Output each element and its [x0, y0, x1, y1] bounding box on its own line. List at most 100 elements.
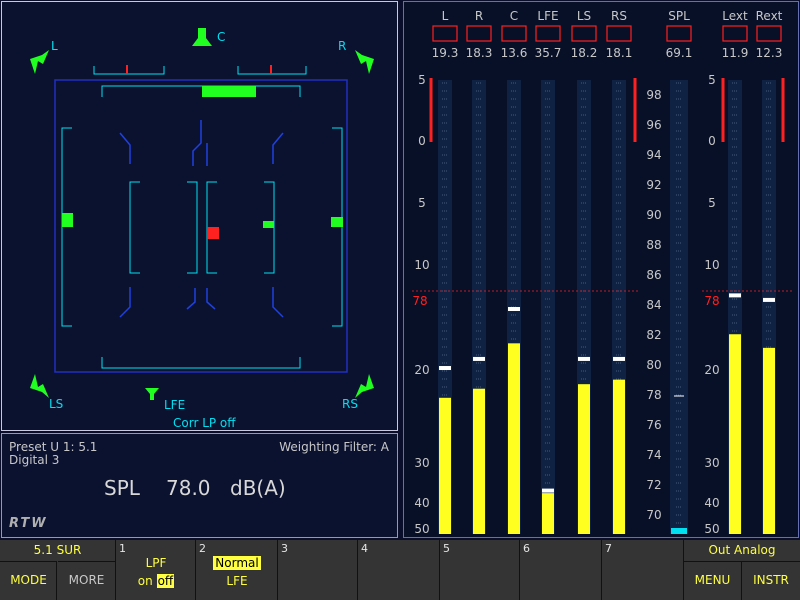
db-scale-label: 40 — [414, 496, 429, 510]
label-r: R — [338, 39, 347, 53]
label-rs: RS — [342, 397, 358, 411]
meter-ls-peak-hold — [578, 356, 590, 361]
spl-scale-label: 96 — [646, 118, 661, 132]
meter-lext-peak-hold — [729, 293, 741, 298]
spl-scale-label: 94 — [646, 148, 661, 162]
spl-scale-label: 70 — [646, 508, 661, 522]
softkey-4[interactable]: 4 — [358, 540, 440, 600]
softkey-1-number: 1 — [119, 542, 126, 555]
meter-l-name: L — [442, 9, 449, 23]
db-scale-label: 5 — [418, 73, 426, 87]
softkey-3[interactable]: 3 — [278, 540, 358, 600]
lpf-on-text: on — [137, 574, 153, 588]
speaker-c-icon — [192, 28, 212, 46]
menu-button[interactable]: MENU — [684, 561, 742, 600]
meter-rs-value: 18.1 — [606, 46, 633, 60]
meter-ls-name: LS — [577, 9, 591, 23]
meter-ls-over-indicator — [571, 25, 597, 42]
info-panel: Preset U 1: 5.1 Digital 3 Weighting Filt… — [1, 433, 398, 538]
more-button-label: MORE — [68, 573, 105, 587]
mode-section: 5.1 SUR MODE MORE — [0, 540, 116, 600]
db-scale-label: 0 — [418, 134, 426, 148]
meter-c-value: 13.6 — [501, 46, 528, 60]
softkey-3-number: 3 — [281, 542, 288, 555]
meter-lfe-peak-hold — [542, 488, 554, 493]
meter-lext-value: 11.9 — [722, 46, 749, 60]
spl-unit: dB(A) — [230, 476, 286, 500]
db-scale-label: 10 — [414, 258, 429, 272]
meter-r-level-bar — [473, 388, 485, 534]
mode-button-label: MODE — [10, 573, 47, 587]
softkey-1-lpf[interactable]: 1 LPF on off — [116, 540, 196, 600]
meter-c-peak-hold — [508, 307, 520, 311]
meter-lfe-over-indicator — [535, 25, 561, 42]
meter-l-level-bar — [439, 397, 451, 534]
speaker-rs-icon — [355, 374, 374, 398]
softkey-6[interactable]: 6 — [520, 540, 602, 600]
meter-lfe-value: 35.7 — [535, 46, 562, 60]
meter-rext-value: 12.3 — [756, 46, 783, 60]
db-scale-label-right: 40 — [704, 496, 719, 510]
meter-rs-level-bar — [613, 379, 625, 534]
softkey-1-label: LPF — [145, 556, 167, 570]
speaker-l-icon — [30, 50, 49, 74]
spl-scale-label: 86 — [646, 268, 661, 282]
softkey-5-number: 5 — [443, 542, 450, 555]
meter-r-value: 18.3 — [466, 46, 493, 60]
ref-level-label: 78 — [412, 294, 427, 308]
meter-lfe-name: LFE — [537, 9, 558, 23]
db-scale-label-right: 30 — [704, 456, 719, 470]
meter-lext-name: Lext — [722, 9, 748, 23]
softkey-6-number: 6 — [523, 542, 530, 555]
meter-l-over-indicator — [432, 25, 458, 42]
spl-scale-label: 92 — [646, 178, 661, 192]
softkey-5[interactable]: 5 — [440, 540, 520, 600]
spl-scale-label: 90 — [646, 208, 661, 222]
meter-bars: L 19.3 R 18.3 C 13.6 LFE 35.7 LS 18.2 RS 18.1 Lext 11… — [412, 9, 794, 536]
db-scale-label: 5 — [418, 196, 426, 210]
meter-l-value: 19.3 — [432, 46, 459, 60]
rtw-logo: RTW — [9, 516, 48, 531]
meter-c-name: C — [510, 9, 518, 23]
spl-scale-label: 88 — [646, 238, 661, 252]
spl-scale-label: 98 — [646, 88, 661, 102]
softkey-2-label: LFE — [226, 574, 248, 588]
menu-button-label: MENU — [694, 573, 731, 587]
lfe-state-text: Normal — [213, 556, 261, 570]
meter-c-over-indicator — [501, 25, 527, 42]
meter-rs-name: RS — [611, 9, 627, 23]
meter-lext-over-indicator — [722, 25, 748, 42]
label-l: L — [51, 39, 58, 53]
meter-spl-level-bar — [671, 528, 687, 534]
more-button[interactable]: MORE — [58, 561, 115, 600]
softkey-7-number: 7 — [605, 542, 612, 555]
meter-spl-name: SPL — [668, 9, 690, 23]
output-indicator: Out Analog — [708, 543, 776, 557]
label-ls: LS — [49, 397, 64, 411]
meter-rext-peak-hold — [763, 297, 775, 302]
softkey-2-lfe[interactable]: 2 Normal LFE — [196, 540, 278, 600]
spl-label: SPL — [104, 476, 140, 500]
mode-indicator: 5.1 SUR — [33, 543, 82, 557]
softkey-7[interactable]: 7 — [602, 540, 684, 600]
instr-button[interactable]: INSTR — [742, 561, 800, 600]
instr-button-label: INSTR — [753, 573, 789, 587]
speaker-r-icon — [355, 50, 374, 74]
softkey-4-number: 4 — [361, 542, 368, 555]
meter-rext-over-indicator — [756, 25, 782, 42]
softkey-2-state: Normal — [196, 556, 278, 570]
weighting-label: Weighting Filter: A — [279, 440, 389, 454]
spl-scale-label: 84 — [646, 298, 661, 312]
softkey-2-number: 2 — [199, 542, 206, 555]
mode-button[interactable]: MODE — [0, 561, 57, 600]
surround-graphic — [30, 28, 374, 400]
spl-scale-label: 82 — [646, 328, 661, 342]
meters-panel: L 19.3 R 18.3 C 13.6 LFE 35.7 LS 18.2 RS 18.1 Lext 11… — [403, 1, 799, 538]
db-scale-label: 30 — [414, 456, 429, 470]
spl-scale-label: 78 — [646, 388, 661, 402]
meter-rs-over-indicator — [606, 25, 632, 42]
meter-rext-name: Rext — [756, 9, 783, 23]
spl-value: 78.0 — [166, 476, 211, 500]
meter-ls-value: 18.2 — [571, 46, 598, 60]
meter-l-peak-hold — [439, 366, 451, 371]
